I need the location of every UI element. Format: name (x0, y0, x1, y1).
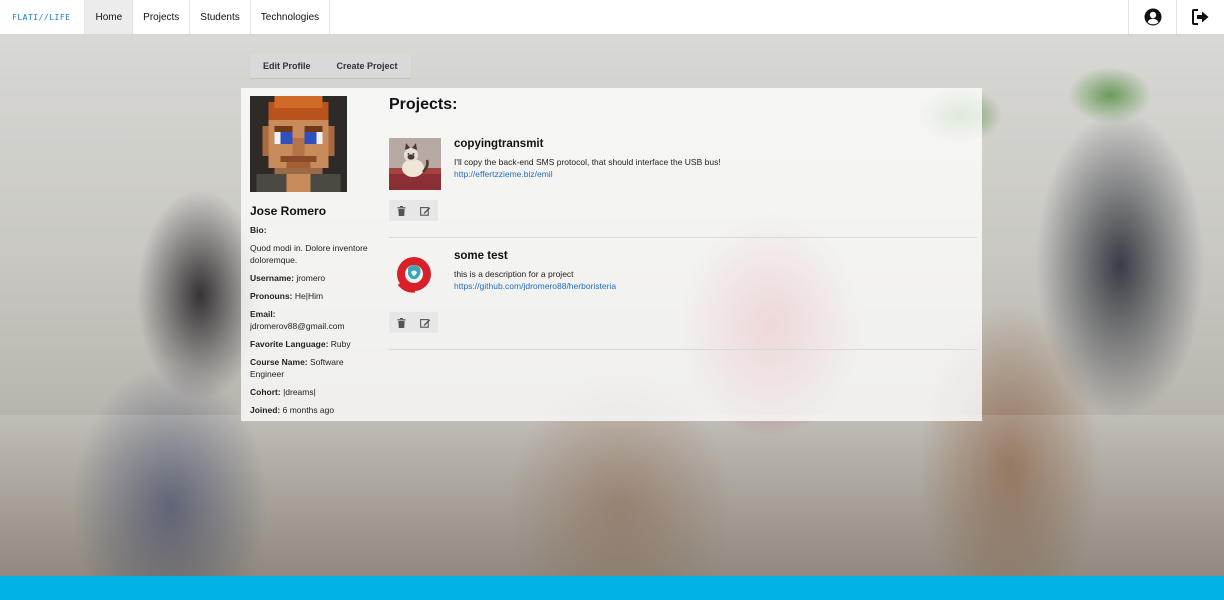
project-thumbnail (389, 138, 441, 190)
cat-photo-icon (389, 138, 441, 190)
user-circle-icon (1144, 8, 1161, 26)
avatar (250, 96, 347, 192)
logout-button[interactable] (1176, 0, 1224, 34)
project-item: copyingtransmit I'll copy the back-end S… (389, 138, 977, 238)
project-name: some test (454, 250, 508, 262)
email-value: jdromerov88@gmail.com (250, 321, 345, 331)
brand-logo[interactable]: FLATI//LIFE (0, 0, 86, 34)
pronouns-value: He|Him (294, 291, 324, 301)
project-name: copyingtransmit (454, 138, 544, 150)
cohort-value: |dreams| (283, 387, 316, 397)
project-thumbnail (389, 250, 441, 302)
edit-project-button[interactable] (413, 312, 437, 333)
profile-actions: Edit Profile Create Project (250, 54, 411, 78)
email-field: Email: jdromerov88@gmail.com (250, 308, 370, 332)
bio-text: Quod modi in. Dolore inventore doloremqu… (250, 243, 368, 265)
red-flower-logo-icon (397, 257, 431, 293)
pronouns-label: Pronouns: (250, 291, 293, 301)
joined-value: 6 months ago (282, 405, 335, 415)
projects-heading: Projects: (389, 96, 458, 113)
language-field: Favorite Language: Ruby (250, 338, 370, 350)
delete-project-button[interactable] (389, 200, 413, 221)
username-value: jromero (296, 273, 326, 283)
pronouns-field: Pronouns: He|Him (250, 290, 370, 302)
profile-sidebar: Jose Romero Bio: Quod modi in. Dolore in… (250, 96, 370, 416)
trash-icon (397, 205, 405, 216)
sign-out-icon (1191, 9, 1208, 25)
edit-icon (419, 318, 430, 328)
project-description: this is a description for a project (454, 269, 574, 279)
joined-label: Joined: (250, 405, 281, 415)
project-body: some test this is a description for a pr… (454, 250, 616, 302)
bio-label: Bio: (250, 225, 267, 235)
create-project-button[interactable]: Create Project (324, 54, 411, 78)
project-divider (389, 349, 977, 350)
top-navbar: FLATI//LIFE Home Projects Students Techn… (0, 0, 1224, 35)
course-field: Course Name: Software Engineer (250, 356, 370, 380)
project-tools (389, 312, 438, 333)
project-description: I'll copy the back-end SMS protocol, tha… (454, 157, 721, 167)
trash-icon (397, 317, 405, 328)
edit-icon (419, 206, 430, 216)
project-row: copyingtransmit I'll copy the back-end S… (389, 138, 977, 190)
footer-accent-bar (0, 576, 1224, 600)
profile-card: Jose Romero Bio: Quod modi in. Dolore in… (241, 88, 982, 421)
course-label: Course Name: (250, 357, 308, 367)
language-value: Ruby (330, 339, 351, 349)
nav-link-students[interactable]: Students (190, 0, 251, 34)
username-field: Username: jromero (250, 272, 370, 284)
project-divider (389, 237, 977, 238)
language-label: Favorite Language: (250, 339, 329, 349)
cohort-label: Cohort: (250, 387, 281, 397)
edit-profile-button[interactable]: Edit Profile (250, 54, 324, 78)
nav-link-home[interactable]: Home (85, 0, 134, 34)
profile-button[interactable] (1128, 0, 1176, 34)
email-label: Email: (250, 309, 276, 319)
joined-field: Joined: 6 months ago (250, 404, 370, 416)
profile-name: Jose Romero (250, 204, 327, 218)
username-label: Username: (250, 273, 294, 283)
project-tools (389, 200, 438, 221)
pixel-face-avatar-icon (250, 96, 347, 192)
project-body: copyingtransmit I'll copy the back-end S… (454, 138, 721, 190)
nav-link-projects[interactable]: Projects (133, 0, 191, 34)
nav-link-technologies[interactable]: Technologies (251, 0, 331, 34)
project-url-link[interactable]: https://github.com/jdromero88/herboriste… (454, 281, 616, 291)
photo-shade (0, 415, 1224, 576)
project-item: some test this is a description for a pr… (389, 250, 977, 350)
project-row: some test this is a description for a pr… (389, 250, 977, 302)
edit-project-button[interactable] (413, 200, 437, 221)
cohort-field: Cohort: |dreams| (250, 386, 370, 398)
delete-project-button[interactable] (389, 312, 413, 333)
project-url-link[interactable]: http://effertzzieme.biz/emil (454, 169, 721, 179)
bio-field: Bio: (250, 224, 370, 236)
